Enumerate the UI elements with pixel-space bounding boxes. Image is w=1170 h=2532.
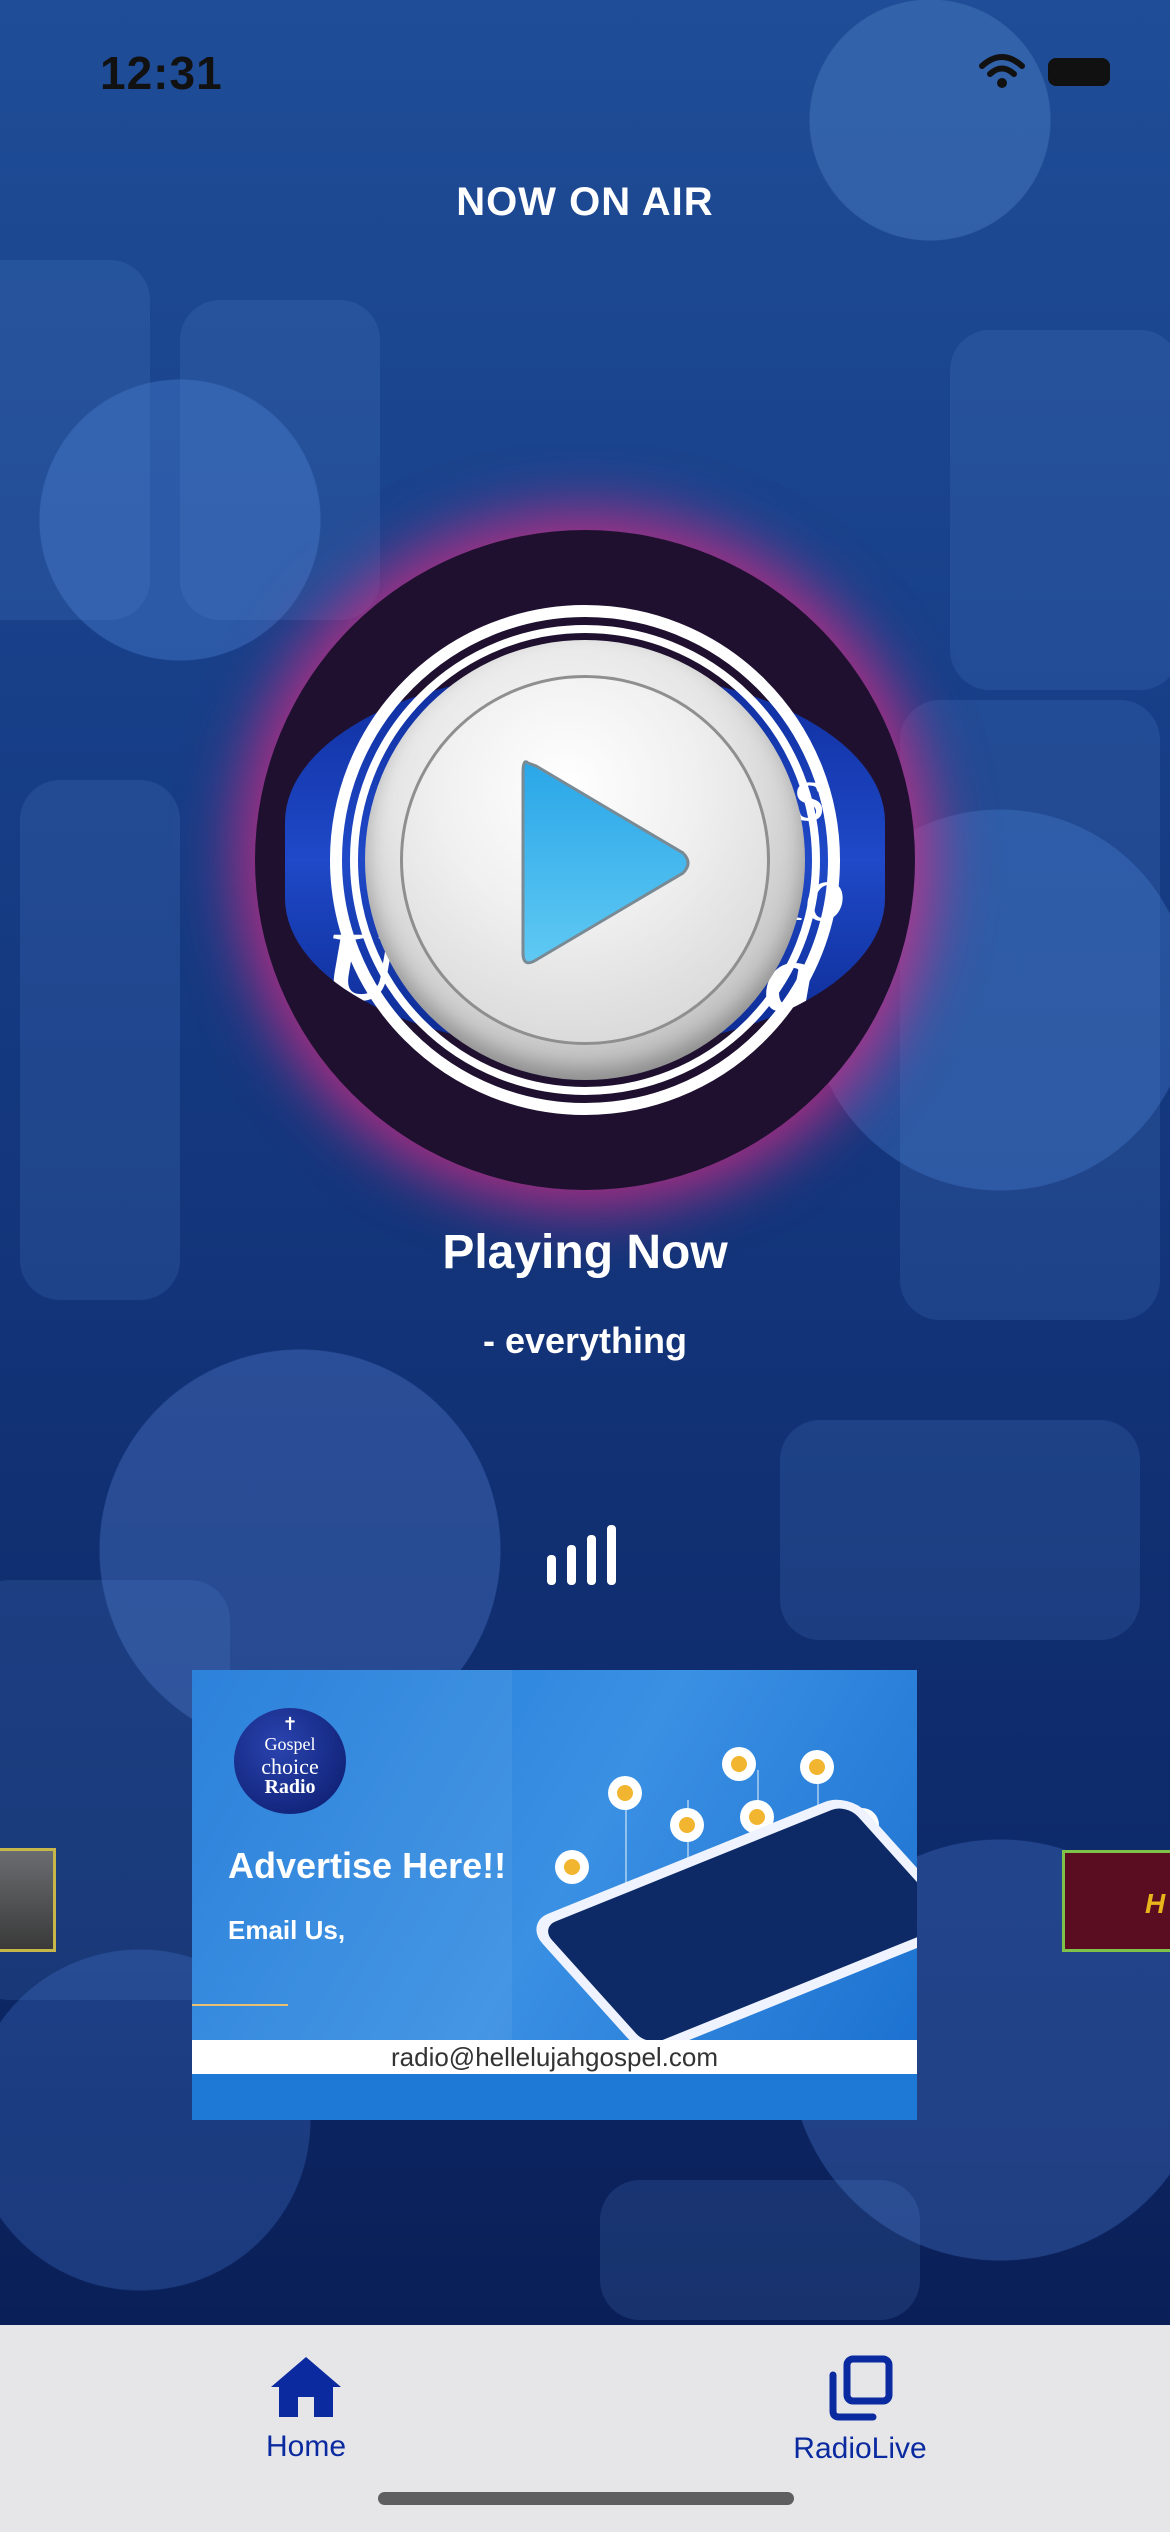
ad-phone-illustration bbox=[524, 1792, 917, 2058]
advertise-banner[interactable]: ✝ Gospel choice Radio Advertise Here!! E… bbox=[192, 1670, 917, 2120]
battery-icon bbox=[1048, 58, 1110, 86]
play-button[interactable] bbox=[365, 640, 805, 1080]
tab-radiolive[interactable]: RadioLive bbox=[730, 2355, 990, 2466]
status-time: 12:31 bbox=[100, 47, 223, 99]
ad-headline: Advertise Here!! bbox=[228, 1845, 507, 1886]
ad-logo-text: Radio bbox=[264, 1776, 316, 1798]
play-button-face[interactable] bbox=[400, 675, 770, 1045]
tab-radiolive-label: RadioLive bbox=[793, 2432, 927, 2465]
ad-app-icon bbox=[800, 1750, 834, 1784]
bg-shape bbox=[0, 260, 150, 620]
play-icon bbox=[521, 760, 690, 965]
stacked-squares-icon bbox=[829, 2355, 893, 2421]
carousel-next-text: H bbox=[1145, 1888, 1166, 1919]
tab-home-label: Home bbox=[265, 2430, 347, 2463]
home-icon bbox=[271, 2357, 341, 2417]
ad-app-icon bbox=[608, 1776, 642, 1810]
ad-footer-band bbox=[192, 2074, 917, 2120]
ad-logo-mark: ✝ bbox=[282, 1714, 298, 1734]
ad-subline: Email Us, bbox=[228, 1915, 346, 1945]
ad-app-icon bbox=[555, 1850, 589, 1884]
playing-now-label: Playing Now bbox=[442, 1226, 728, 1279]
wifi-icon bbox=[979, 54, 1025, 88]
status-bar: 12:31 bbox=[0, 40, 1170, 110]
ad-app-icon bbox=[722, 1747, 756, 1781]
carousel-next-thumbnail[interactable]: H bbox=[1062, 1850, 1170, 1952]
home-indicator[interactable] bbox=[378, 2492, 794, 2505]
ad-email: radio@hellelujahgospel.com bbox=[192, 2040, 917, 2074]
ad-divider bbox=[192, 2004, 288, 2006]
carousel-prev-thumbnail[interactable] bbox=[0, 1848, 56, 1952]
bg-shape bbox=[600, 2180, 920, 2320]
ad-logo-text: Gospel bbox=[264, 1734, 316, 1754]
player-disc: os ho U a bbox=[255, 530, 915, 1190]
bg-shape bbox=[20, 780, 180, 1300]
track-title: - everything bbox=[482, 1320, 688, 1361]
ad-app-icon bbox=[670, 1808, 704, 1842]
bg-shape bbox=[780, 1420, 1140, 1640]
equalizer-icon bbox=[547, 1525, 616, 1585]
page-title: NOW ON AIR bbox=[456, 180, 714, 224]
tab-home[interactable]: Home bbox=[176, 2355, 436, 2464]
bg-shape bbox=[950, 330, 1170, 690]
ad-logo: ✝ Gospel choice Radio bbox=[234, 1708, 346, 1814]
